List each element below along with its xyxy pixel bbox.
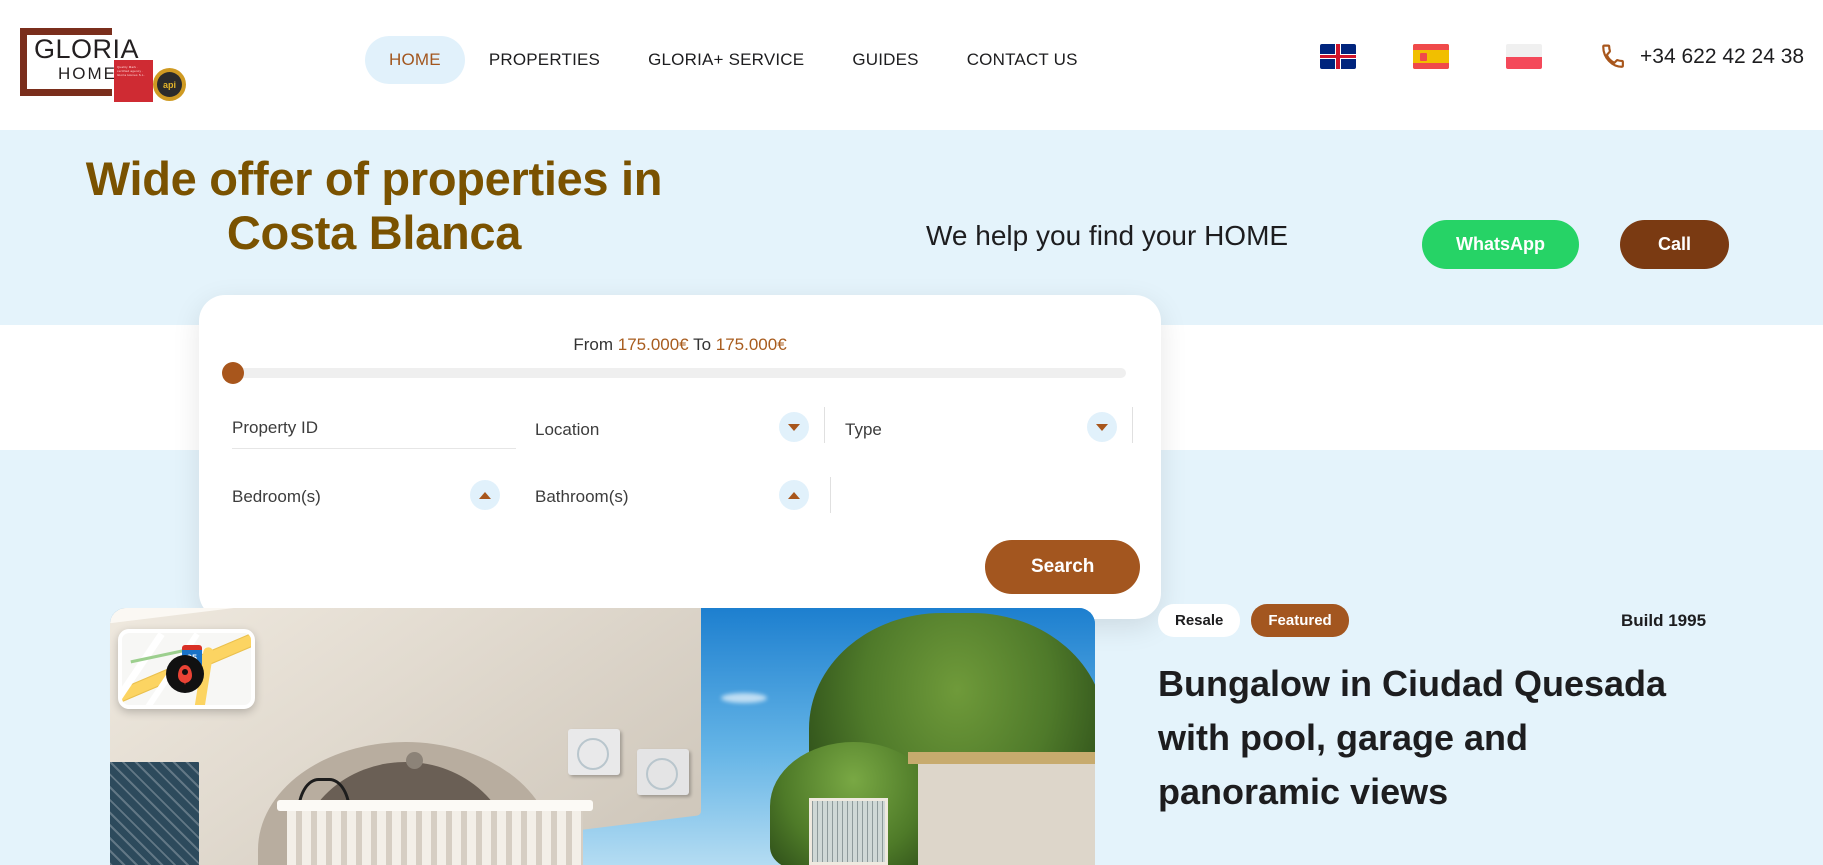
field-divider-2 [1132,407,1133,443]
field-property-id-underline [232,448,516,449]
logo-quality-badge: Quality Mark · certified agency · Gloria… [114,60,153,102]
field-bathrooms-label: Bathroom(s) [535,487,629,506]
flag-spain-icon[interactable] [1413,44,1449,69]
price-range-label: From 175.000€ To 175.000€ [199,335,1161,355]
price-range-slider-track[interactable] [228,368,1126,378]
field-location-label: Location [535,420,600,439]
photo-right-window [809,798,889,865]
chevron-up-icon-bedrooms[interactable] [470,480,500,510]
field-bedrooms[interactable]: Bedroom(s) [232,487,482,507]
nav-item-contact-us[interactable]: CONTACT US [943,36,1102,84]
map-pin-marker [166,655,204,693]
property-title[interactable]: Bungalow in Ciudad Quesada with pool, ga… [1158,657,1708,819]
chevron-down-glyph [788,423,800,431]
field-divider-1 [824,407,825,443]
language-switcher [1320,44,1542,69]
field-type-label: Type [845,420,882,439]
price-to-label: To [693,335,712,354]
field-divider-3 [830,477,831,513]
chevron-up-glyph [479,491,491,499]
flag-poland-top-band [1506,44,1542,57]
flag-poland-bottom-band [1506,56,1542,69]
phone-icon [1602,44,1624,68]
chevron-up-icon-bathrooms[interactable] [779,480,809,510]
field-bedrooms-label: Bedroom(s) [232,487,321,506]
chevron-down-icon-type[interactable] [1087,412,1117,442]
logo-quality-badge-text: Quality Mark · certified agency · Gloria… [117,65,145,77]
chevron-down-glyph [1096,423,1108,431]
field-location[interactable]: Location [535,420,820,440]
chevron-down-icon-location[interactable] [779,412,809,442]
flag-spain-crest [1420,53,1427,61]
page-title: Wide offer of properties in Costa Blanca [85,152,663,259]
logo-frame: GLORIA HOMES [20,28,139,96]
property-build-year: Build 1995 [1621,611,1707,630]
header-phone[interactable]: +34 622 42 24 38 [1600,44,1804,70]
call-button[interactable]: Call [1620,220,1730,269]
site-header: GLORIA HOMES Quality Mark · certified ag… [0,0,1823,130]
price-to-value: 175.000€ [715,335,787,354]
api-seal-icon: api [153,68,186,101]
whatsapp-button[interactable]: WhatsApp [1422,220,1579,269]
flag-uk-icon[interactable] [1320,44,1356,69]
nav-item-gloria-plus-service[interactable]: GLORIA+ SERVICE [624,36,828,84]
field-property-id-label: Property ID [232,418,318,437]
price-from-value: 175.000€ [617,335,689,354]
api-seal-label: api [157,72,182,97]
photo-balustrade-rail [277,800,593,811]
price-range-slider-thumb[interactable] [222,362,244,384]
photo-ac-unit-2 [636,749,689,796]
location-pin-icon [178,665,192,685]
price-from-label: From [573,335,613,354]
photo-ac-unit-1 [568,728,621,775]
field-property-id[interactable]: Property ID [232,418,516,449]
site-logo[interactable]: GLORIA HOMES Quality Mark · certified ag… [20,27,186,102]
property-photo[interactable] [110,608,1095,865]
nav-item-guides[interactable]: GUIDES [828,36,942,84]
main-navigation: HOME PROPERTIES GLORIA+ SERVICE GUIDES C… [365,36,1102,84]
status-badge-featured[interactable]: Featured [1251,604,1349,637]
phone-number: +34 622 42 24 38 [1640,45,1805,68]
photo-cloud [720,692,767,703]
search-button[interactable]: Search [985,540,1141,594]
status-badge-resale[interactable]: Resale [1158,604,1241,637]
photo-neighbour-house [917,757,1095,865]
chevron-up-glyph [788,491,800,499]
nav-item-properties[interactable]: PROPERTIES [465,36,624,84]
flag-poland-icon[interactable] [1506,44,1542,69]
property-badges: Resale Featured [1158,604,1349,637]
field-type[interactable]: Type [845,420,1085,440]
hero-tagline: We help you find your HOME [926,220,1289,251]
photo-left-window [110,762,199,865]
map-thumbnail[interactable]: 95 [118,629,255,709]
flag-spain-bottom-band [1413,62,1449,69]
flag-spain-top-band [1413,44,1449,51]
photo-balustrade [287,807,583,865]
nav-item-home[interactable]: HOME [365,36,465,84]
photo-wall-lamp [405,751,423,769]
logo-line-1: GLORIA [34,34,140,64]
field-bathrooms[interactable]: Bathroom(s) [535,487,785,507]
photo-neighbour-roof [907,751,1095,764]
